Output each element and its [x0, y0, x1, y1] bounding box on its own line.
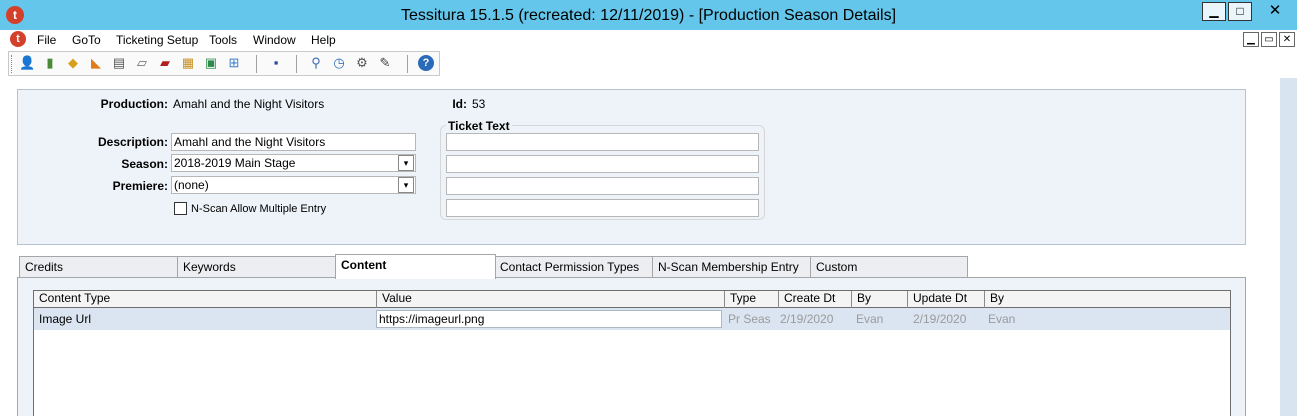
column-header-value[interactable]: Value [377, 291, 725, 308]
description-field[interactable]: Amahl and the Night Visitors [171, 133, 416, 151]
column-header-type[interactable]: Type [725, 291, 779, 308]
menu-goto[interactable]: GoTo [72, 32, 101, 48]
menu-ticketing-setup[interactable]: Ticketing Setup [116, 32, 198, 48]
cell-update-dt[interactable]: 2/19/2020 [913, 311, 966, 327]
value-edit-field[interactable]: https://imageurl.png [376, 310, 722, 328]
ticket-text-line-3[interactable] [446, 177, 759, 195]
search-icon[interactable]: ⚲ [308, 55, 324, 71]
clock-icon[interactable]: ◷ [331, 55, 347, 71]
ticket-text-label: Ticket Text [446, 119, 512, 133]
gear-icon[interactable]: ⚙ [354, 55, 370, 71]
ticket-text-line-1[interactable] [446, 133, 759, 151]
menu-tools[interactable]: Tools [209, 32, 237, 48]
id-value: 53 [472, 97, 486, 111]
premiere-value: (none) [174, 178, 209, 192]
production-value: Amahl and the Night Visitors [173, 97, 325, 111]
order-icon[interactable]: ◆ [65, 55, 81, 71]
window-close-button[interactable]: ✕ [1253, 0, 1297, 22]
list-icon[interactable]: ▱ [134, 55, 150, 71]
toolbar-separator [407, 55, 408, 73]
column-header-updated-by[interactable]: By [985, 291, 1230, 308]
column-header-created-by[interactable]: By [852, 291, 908, 308]
mdi-restore-button[interactable]: ▭ [1261, 32, 1277, 47]
book-icon[interactable]: ▰ [157, 55, 173, 71]
season-label: Season: [121, 157, 168, 171]
excel-icon[interactable]: ▣ [203, 55, 219, 71]
window-minimize-button[interactable]: ▁ [1202, 2, 1226, 21]
constituent-icon[interactable]: 👤 [19, 55, 35, 71]
season-value: 2018-2019 Main Stage [174, 156, 296, 170]
document-icon[interactable]: ▤ [111, 55, 127, 71]
tab-credits[interactable]: Credits [19, 256, 179, 278]
menu-help[interactable]: Help [311, 32, 336, 48]
cell-content-type[interactable]: Image Url [39, 311, 91, 327]
mdi-close-button[interactable]: ✕ [1279, 32, 1295, 47]
toolbar-separator [296, 55, 297, 73]
ticket-text-line-4[interactable] [446, 199, 759, 217]
save-icon[interactable]: ▪ [268, 55, 284, 71]
nscan-allow-multiple-label: N-Scan Allow Multiple Entry [191, 203, 327, 215]
report-icon[interactable]: ▮ [42, 55, 58, 71]
tab-keywords[interactable]: Keywords [177, 256, 336, 278]
grid-icon[interactable]: ▦ [180, 55, 196, 71]
column-header-create-dt[interactable]: Create Dt [779, 291, 852, 308]
id-label: Id: [452, 97, 467, 111]
chevron-down-icon[interactable]: ▾ [398, 177, 414, 193]
ticket-text-line-2[interactable] [446, 155, 759, 173]
cell-updated-by[interactable]: Evan [988, 311, 1015, 327]
flow-icon[interactable]: ⊞ [226, 55, 242, 71]
menu-file[interactable]: File [37, 32, 56, 48]
cell-create-dt[interactable]: 2/19/2020 [780, 311, 833, 327]
chevron-down-icon[interactable]: ▾ [398, 155, 414, 171]
premiere-label: Premiere: [112, 179, 168, 193]
toolbar-grip[interactable] [11, 55, 13, 73]
window-title: Tessitura 15.1.5 (recreated: 12/11/2019)… [400, 7, 897, 24]
toolbar-separator [256, 55, 257, 73]
tab-custom[interactable]: Custom [810, 256, 968, 278]
menu-window[interactable]: Window [253, 32, 296, 48]
ticket-icon[interactable]: ◣ [88, 55, 104, 71]
tab-content[interactable]: Content [335, 254, 496, 279]
menu-logo-icon[interactable]: t [10, 31, 26, 47]
tab-contact-permission-types[interactable]: Contact Permission Types [494, 256, 654, 278]
production-label: Production: [100, 97, 168, 111]
column-header-update-dt[interactable]: Update Dt [908, 291, 985, 308]
cell-created-by[interactable]: Evan [856, 311, 883, 327]
season-dropdown[interactable]: 2018-2019 Main Stage [171, 154, 416, 172]
tab-nscan-membership-entry[interactable]: N-Scan Membership Entry [652, 256, 811, 278]
description-label: Description: [97, 135, 168, 149]
window-maximize-button[interactable]: □ [1228, 2, 1252, 21]
mdi-minimize-button[interactable]: ▁ [1243, 32, 1259, 47]
cell-type[interactable]: Pr Seas [728, 311, 771, 327]
column-header-content-type[interactable]: Content Type [34, 291, 377, 308]
nscan-allow-multiple-checkbox[interactable] [174, 202, 187, 215]
premiere-dropdown[interactable]: (none) [171, 176, 416, 194]
help-icon[interactable]: ? [418, 55, 434, 71]
notes-icon[interactable]: ✎ [377, 55, 393, 71]
